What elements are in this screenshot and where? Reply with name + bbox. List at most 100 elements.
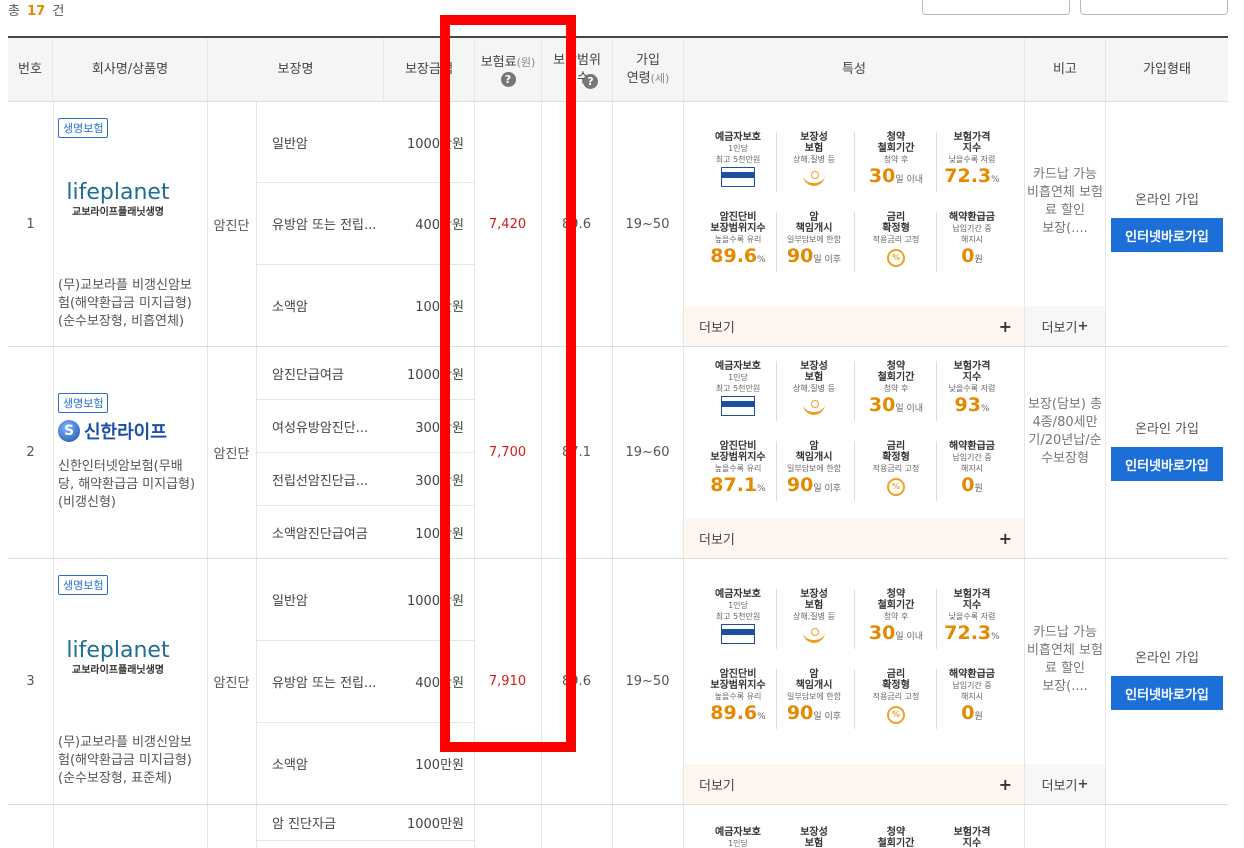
header-premium-label: 보험료 [480, 54, 517, 70]
coverage-amount: 1000만원 [406, 817, 464, 832]
internet-join-button[interactable]: 인터넷바로가입 [1111, 447, 1223, 481]
coverage-amount: 1000만원 [406, 594, 464, 609]
feature-title: 해약환급금 [949, 441, 995, 452]
product-name[interactable]: 신한인터넷암보험(무배 당, 해약환급금 미지급형) (비갱신형) [58, 458, 206, 512]
note-more-button[interactable]: 더보기 + [1025, 306, 1105, 346]
feature-title: 예금자보호 [715, 827, 761, 838]
feature-sub: 적용금리 고정 [872, 235, 920, 244]
logo-subtext: 교보라이프플래닛생명 [72, 207, 164, 218]
coverage-group: 암진단 [213, 676, 250, 691]
age-range: 19~60 [625, 445, 670, 460]
feature-sub: 상해,질병 등 [793, 384, 835, 393]
header-note: 비고 [1025, 38, 1106, 102]
coverage-amount: 400만원 [415, 218, 464, 233]
note-text: 보장(담보) 총 4종/80세만 기/20년납/순 수보장형 [1025, 396, 1105, 468]
feature-sub: 1인당 [728, 839, 748, 848]
coverage-name: 암진단급여금 [272, 367, 344, 383]
coverage-group: 암진단 [213, 447, 250, 462]
feature-title: 청약 [886, 827, 906, 838]
feature-value: 93 [954, 394, 981, 416]
premium-value: 7,420 [488, 216, 527, 232]
total-count: 총 17 건 [8, 0, 64, 19]
feature-value: 0 [961, 245, 975, 267]
more-label: 더보기 [699, 320, 735, 336]
internet-join-button[interactable]: 인터넷바로가입 [1111, 676, 1223, 710]
feature-title: 암진단비 [719, 441, 757, 452]
note-more-button[interactable]: 더보기 + [1025, 764, 1105, 804]
shinhan-logo-icon: S [58, 420, 80, 442]
plus-icon: + [1077, 776, 1089, 792]
feature-withdraw: 청약 철회기간 청약 후 30일 이내 [856, 361, 936, 420]
feature-sub: 높을수록 유리 [714, 692, 762, 701]
product-name-line: 신한인터넷암보험(무배 [58, 459, 183, 474]
sort-select-1[interactable] [922, 0, 1070, 15]
feature-unit: 일 이후 [813, 255, 842, 265]
feature-sub: 납입기간 중 [952, 681, 992, 690]
feature-title: 보험가격 [953, 361, 991, 372]
feature-sub: 높을수록 유리 [714, 235, 762, 244]
sort-select-2[interactable] [1080, 0, 1228, 15]
company-logo[interactable]: lifeplanet 교보라이프플래닛생명 [58, 638, 178, 676]
header-coverage: 보장명 [208, 38, 384, 102]
more-button[interactable]: 더보기 + [684, 764, 1024, 804]
feature-title: 확정형 [882, 680, 910, 691]
age-range: 19~50 [625, 216, 670, 232]
total-prefix: 총 [8, 4, 20, 19]
feature-title: 예금자보호 [715, 589, 761, 600]
note-line: 보장(.... [1042, 221, 1088, 236]
feature-price-index: 보험가격 지수 낮을수록 저렴 93% [932, 361, 1012, 420]
feature-title: 청약 [886, 361, 906, 372]
internet-join-button[interactable]: 인터넷바로가입 [1111, 218, 1223, 252]
header-features: 특성 [684, 38, 1025, 102]
scope-index-value: 89.6 [562, 674, 591, 689]
more-button[interactable]: 더보기 + [684, 518, 1024, 558]
feature-title: 보험가격 [953, 827, 991, 838]
feature-scope: 암진단비 보장범위지수 높을수록 유리 87.1% [698, 441, 778, 500]
feature-sub: 1인당 [728, 373, 748, 382]
company-logo[interactable]: S 신한라이프 [58, 418, 167, 444]
feature-title: 철회기간 [877, 838, 915, 848]
product-name-line: (비갱신형) [58, 495, 116, 510]
note-line: 카드납 가능 [1033, 167, 1097, 182]
feature-rate: 금리 확정형 적용금리 고정 % [856, 212, 936, 267]
product-name[interactable]: (무)교보라플 비갱신암보 험(해약환급금 미지급형) (순수보장형, 표준체) [58, 734, 206, 788]
coverage-amount: 100만원 [415, 300, 464, 315]
feature-unit: % [991, 175, 1000, 185]
feature-value: 87.1 [710, 474, 758, 496]
product-name[interactable]: (무)교보라플 비갱신암보 험(해약환급금 미지급형) (순수보장형, 비흡연체… [58, 277, 206, 331]
feature-scope: 암진단비 보장범위지수 높을수록 유리 89.6% [698, 669, 778, 728]
note-line: 보장(담보) 총 [1027, 397, 1103, 412]
feature-title: 책임개시 [795, 223, 833, 234]
feature-value: 0 [961, 474, 975, 496]
more-button[interactable]: 더보기 + [684, 306, 1024, 346]
feature-unit: % [980, 404, 990, 414]
top-bar: 총 17 건 [0, 0, 1244, 28]
help-icon[interactable]: ? [500, 71, 516, 87]
feature-sub: 높을수록 유리 [714, 464, 762, 473]
coverage-item: 전립선암진단급... 300만원 [256, 453, 474, 506]
feature-sub: 1인당 [728, 144, 748, 153]
features-panel: 예금자보호 1인당 보장성 보험 청약 철회기간 보험가격 지수 [684, 805, 1024, 848]
coverage-name: 유방암 또는 전립... [272, 676, 377, 691]
help-icon[interactable]: ? [583, 74, 598, 89]
feature-title: 금리 [886, 212, 906, 223]
coverage-amount: 100만원 [415, 758, 464, 773]
feature-title: 암진단비 [719, 669, 757, 680]
feature-value: 89.6 [710, 702, 758, 724]
feature-sub: 일부담보에 한함 [786, 692, 842, 701]
plus-icon: + [998, 774, 1012, 794]
premium-value: 7,700 [488, 445, 527, 460]
company-logo[interactable]: lifeplanet 교보라이프플래닛생명 [58, 180, 178, 218]
coverage-name: 소액암진단급여금 [272, 526, 368, 542]
feature-refund: 해약환급금 납입기간 중 해지시 0원 [932, 669, 1012, 728]
feature-sub: 1인당 [728, 601, 748, 610]
feature-scope: 암진단비 보장범위지수 높을수록 유리 89.6% [698, 212, 778, 271]
coverage-item: 일반암 1000만원 [256, 559, 474, 641]
product-name-line: (무)교보라플 비갱신암보 [58, 735, 192, 750]
scope-index-value: 89.6 [562, 216, 591, 232]
age-range: 19~50 [625, 674, 670, 689]
feature-sub: 해지시 [960, 464, 984, 473]
header-amount: 보장금액 [384, 38, 475, 102]
product-name-line: 험(해약환급금 미지급형) [58, 296, 192, 311]
plus-icon: + [1077, 318, 1089, 334]
